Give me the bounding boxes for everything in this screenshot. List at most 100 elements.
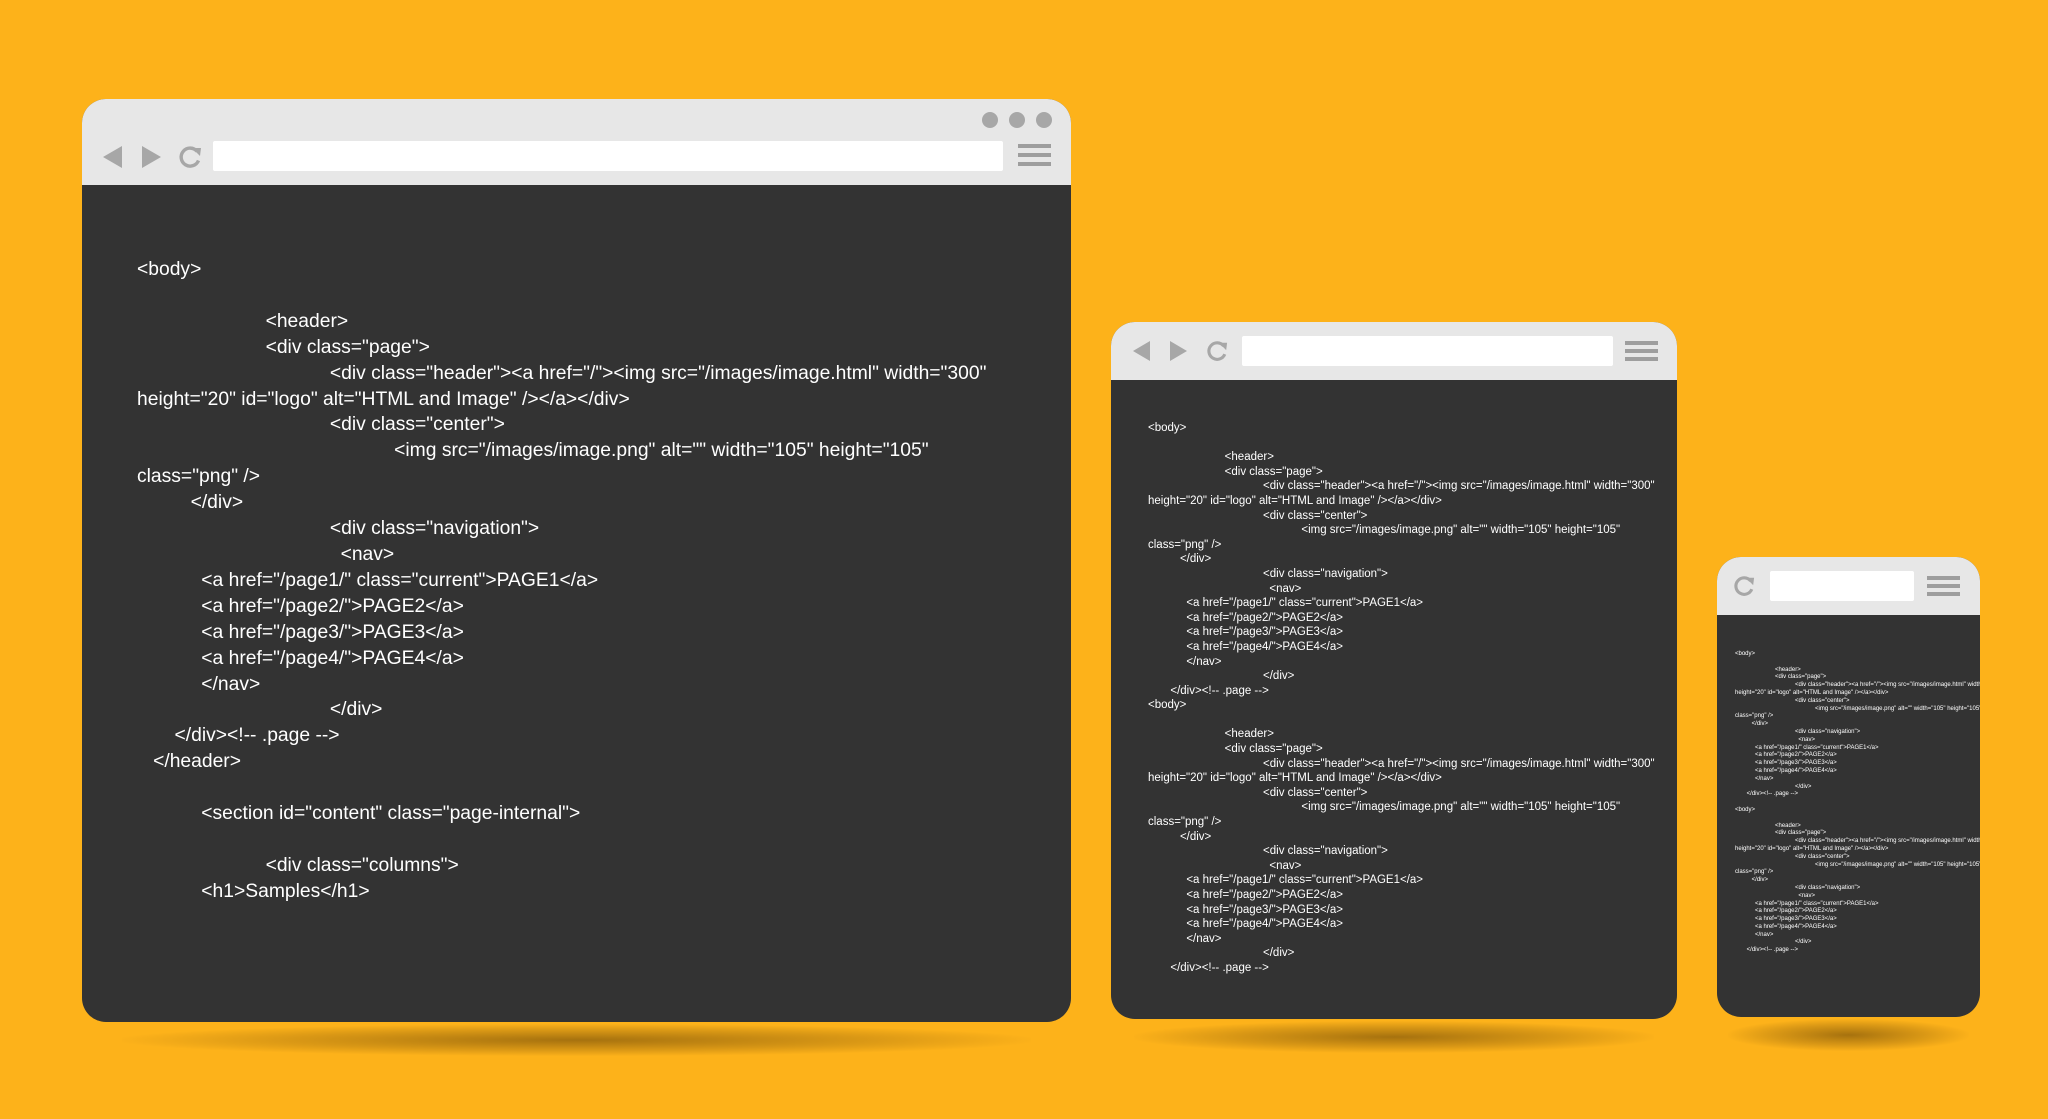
code-line: class="png" /> — [1735, 869, 1774, 876]
code-line: </div><!-- .page --> — [1735, 791, 1799, 798]
menu-hamburger-icon[interactable] — [1625, 341, 1658, 363]
code-line: <body> — [1148, 422, 1187, 434]
code-line: <a href="/page1/" class="current">PAGE1<… — [1148, 597, 1424, 610]
code-line: <div class="page"> — [1735, 674, 1827, 681]
code-line: </nav> — [1735, 775, 1774, 782]
code-line: <img src="/images/image.png" alt="" widt… — [137, 440, 929, 462]
code-line: <div class="center"> — [1735, 853, 1850, 860]
code-line: <div class="center"> — [1735, 697, 1850, 704]
window-control-dot-2[interactable] — [1009, 112, 1025, 128]
tablet-code-view: <body> <header> <div class="page"> <div … — [1148, 421, 1655, 976]
code-line: <header> — [1148, 451, 1274, 464]
code-line: class="png" /> — [1148, 816, 1222, 829]
desktop-window-frame: <body> <header> <div class="page"> <div … — [82, 99, 1071, 1022]
code-line: <a href="/page3/">PAGE3</a> — [1735, 916, 1837, 923]
code-line: <div class="navigation"> — [1148, 567, 1388, 580]
code-line: </nav> — [1735, 931, 1774, 938]
menu-hamburger-icon[interactable] — [1018, 144, 1051, 168]
code-line: <div class="header"><a href="/"><img src… — [1148, 757, 1655, 770]
code-line: <body> — [137, 259, 202, 280]
code-line: <a href="/page3/">PAGE3</a> — [1148, 903, 1343, 916]
code-line: </div> — [1735, 877, 1769, 884]
code-line: <a href="/page1/" class="current">PAGE1<… — [137, 569, 599, 591]
code-line: <div class="page"> — [137, 336, 430, 358]
code-line: <section id="content" class="page-intern… — [137, 803, 581, 825]
back-arrow-icon[interactable] — [1133, 341, 1151, 361]
window-control-dot-1[interactable] — [982, 112, 998, 128]
code-line: <nav> — [137, 543, 395, 565]
code-line: <a href="/page3/">PAGE3</a> — [1735, 760, 1837, 767]
code-line: height="20" id="logo" alt="HTML and Imag… — [1735, 689, 1889, 696]
phone-browser-window: <body> <header> <div class="page"> <div … — [1717, 557, 1980, 1051]
back-arrow-icon[interactable] — [103, 146, 123, 168]
code-line: <div class="center"> — [1148, 786, 1368, 799]
code-line: <a href="/page4/">PAGE4</a> — [1148, 640, 1343, 653]
code-line: <a href="/page1/" class="current">PAGE1<… — [1735, 900, 1879, 907]
window-control-dot-3[interactable] — [1036, 112, 1052, 128]
code-line: </div> — [1148, 830, 1212, 843]
code-line: <div class="navigation"> — [1735, 884, 1861, 891]
code-line: </div><!-- .page --> — [1148, 684, 1269, 697]
desktop-code-view: <body> <header> <div class="page"> <div … — [137, 257, 986, 905]
code-line: height="20" id="logo" alt="HTML and Imag… — [1148, 772, 1442, 785]
tablet-window-shadow — [1133, 1021, 1655, 1053]
code-line: height="20" id="logo" alt="HTML and Imag… — [137, 388, 630, 410]
code-line: <header> — [1735, 822, 1801, 829]
code-line: <a href="/page4/">PAGE4</a> — [1735, 923, 1837, 930]
code-line: </div> — [1735, 939, 1812, 946]
code-line: <nav> — [1148, 582, 1302, 595]
forward-arrow-icon[interactable] — [141, 146, 161, 168]
code-line: </div> — [1735, 783, 1812, 790]
code-line: </div> — [137, 492, 244, 514]
reload-icon[interactable] — [178, 145, 202, 169]
code-line: <a href="/page3/">PAGE3</a> — [137, 621, 464, 643]
code-line: </nav> — [1148, 932, 1222, 945]
address-bar[interactable] — [1770, 571, 1914, 601]
tablet-window-frame: <body> <header> <div class="page"> <div … — [1111, 322, 1677, 1019]
code-line: </div> — [137, 699, 383, 721]
code-line: height="20" id="logo" alt="HTML and Imag… — [1735, 845, 1889, 852]
code-line: <a href="/page2/">PAGE2</a> — [1148, 611, 1343, 624]
code-line: class="png" /> — [1735, 713, 1774, 720]
code-line: <h1>Samples</h1> — [137, 880, 370, 902]
code-line: <div class="center"> — [137, 414, 505, 436]
code-line: <div class="header"><a href="/"><img src… — [137, 362, 987, 384]
code-line: <div class="header"><a href="/"><img src… — [1735, 682, 1980, 689]
code-line: <header> — [1148, 728, 1274, 741]
code-line: </nav> — [137, 673, 261, 695]
address-bar[interactable] — [1242, 336, 1613, 366]
code-line: <div class="page"> — [1148, 743, 1323, 756]
code-line: <header> — [137, 310, 349, 332]
phone-window-frame: <body> <header> <div class="page"> <div … — [1717, 557, 1980, 1017]
phone-code-view: <body> <header> <div class="page"> <div … — [1735, 651, 1980, 955]
code-line: <div class="page"> — [1735, 830, 1827, 837]
code-line: </div><!-- .page --> — [137, 725, 340, 747]
code-line: <div class="columns"> — [137, 854, 459, 876]
code-line: </nav> — [1148, 655, 1222, 668]
phone-window-shadow — [1727, 1019, 1970, 1051]
code-line: <img src="/images/image.png" alt="" widt… — [1148, 801, 1621, 814]
code-line: </div> — [1148, 670, 1295, 683]
code-line: <body> — [1148, 699, 1187, 712]
menu-hamburger-icon[interactable] — [1927, 576, 1960, 598]
desktop-window-shadow — [121, 1024, 1032, 1056]
code-line: <a href="/page4/">PAGE4</a> — [1148, 918, 1343, 931]
address-bar[interactable] — [213, 141, 1003, 171]
code-line: <div class="page"> — [1148, 465, 1323, 478]
code-line: <a href="/page4/">PAGE4</a> — [137, 647, 464, 669]
reload-icon[interactable] — [1733, 575, 1755, 597]
forward-arrow-icon[interactable] — [1169, 341, 1187, 361]
code-line: <body> — [1735, 806, 1756, 813]
code-line: </header> — [137, 751, 241, 773]
code-line: class="png" /> — [137, 466, 261, 488]
code-line: </div> — [1735, 721, 1769, 728]
code-line: <a href="/page2/">PAGE2</a> — [137, 595, 464, 617]
code-line: <a href="/page4/">PAGE4</a> — [1735, 767, 1837, 774]
reload-icon[interactable] — [1206, 340, 1228, 362]
